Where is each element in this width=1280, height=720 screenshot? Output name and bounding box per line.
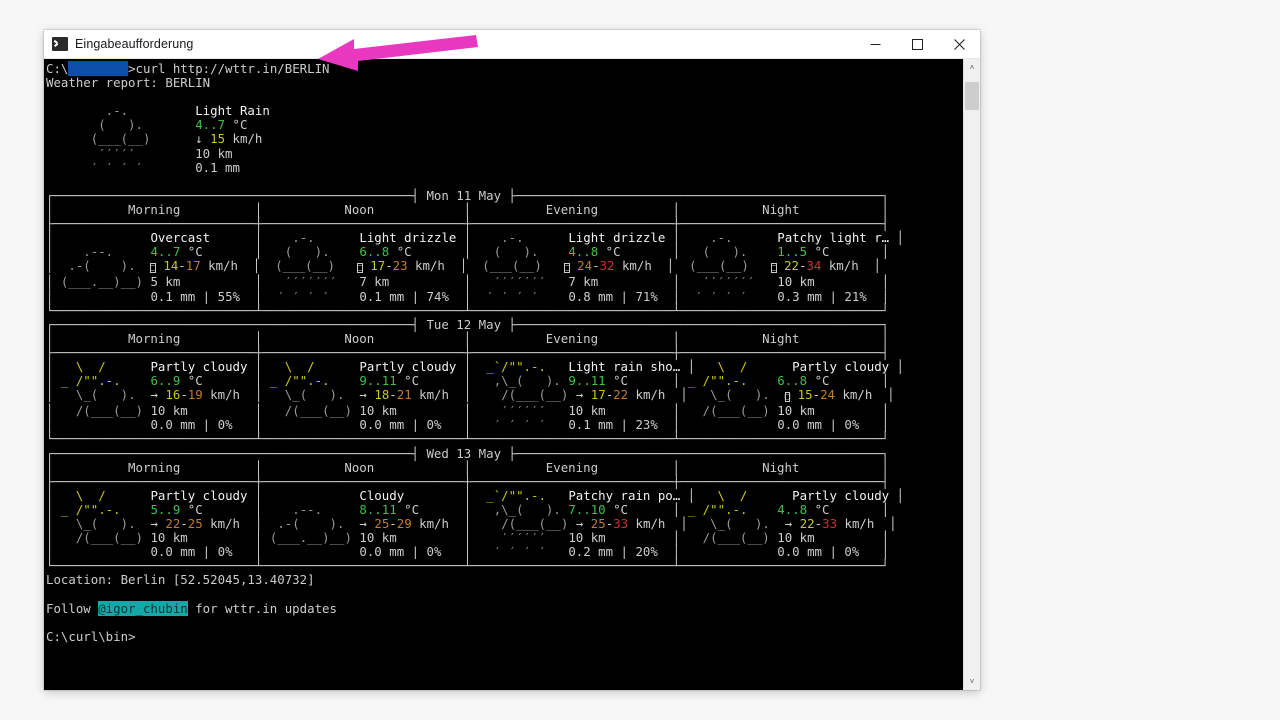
console-output[interactable]: C:\████████>curl http://wttr.in/BERLIN W… (44, 59, 963, 690)
console-body: C:\████████>curl http://wttr.in/BERLIN W… (44, 59, 980, 690)
close-button[interactable] (938, 30, 980, 58)
page-root: Eingabeaufforderung C:\████████>curl htt… (0, 0, 1280, 720)
scroll-up-icon[interactable]: ˄ (964, 59, 980, 76)
scrollbar-thumb[interactable] (965, 82, 979, 110)
scrollbar-track[interactable] (964, 76, 980, 673)
maximize-button[interactable] (896, 30, 938, 58)
window-titlebar[interactable]: Eingabeaufforderung (44, 30, 980, 59)
redacted-username: ████████ (68, 61, 129, 76)
twitter-handle: @igor_chubin (98, 600, 188, 616)
minimize-button[interactable] (854, 30, 896, 58)
scroll-down-icon[interactable]: ˅ (964, 673, 980, 690)
window-title: Eingabeaufforderung (75, 37, 194, 51)
console-window: Eingabeaufforderung C:\████████>curl htt… (44, 30, 980, 690)
console-scrollbar[interactable]: ˄ ˅ (963, 59, 980, 690)
console-icon (52, 37, 68, 51)
